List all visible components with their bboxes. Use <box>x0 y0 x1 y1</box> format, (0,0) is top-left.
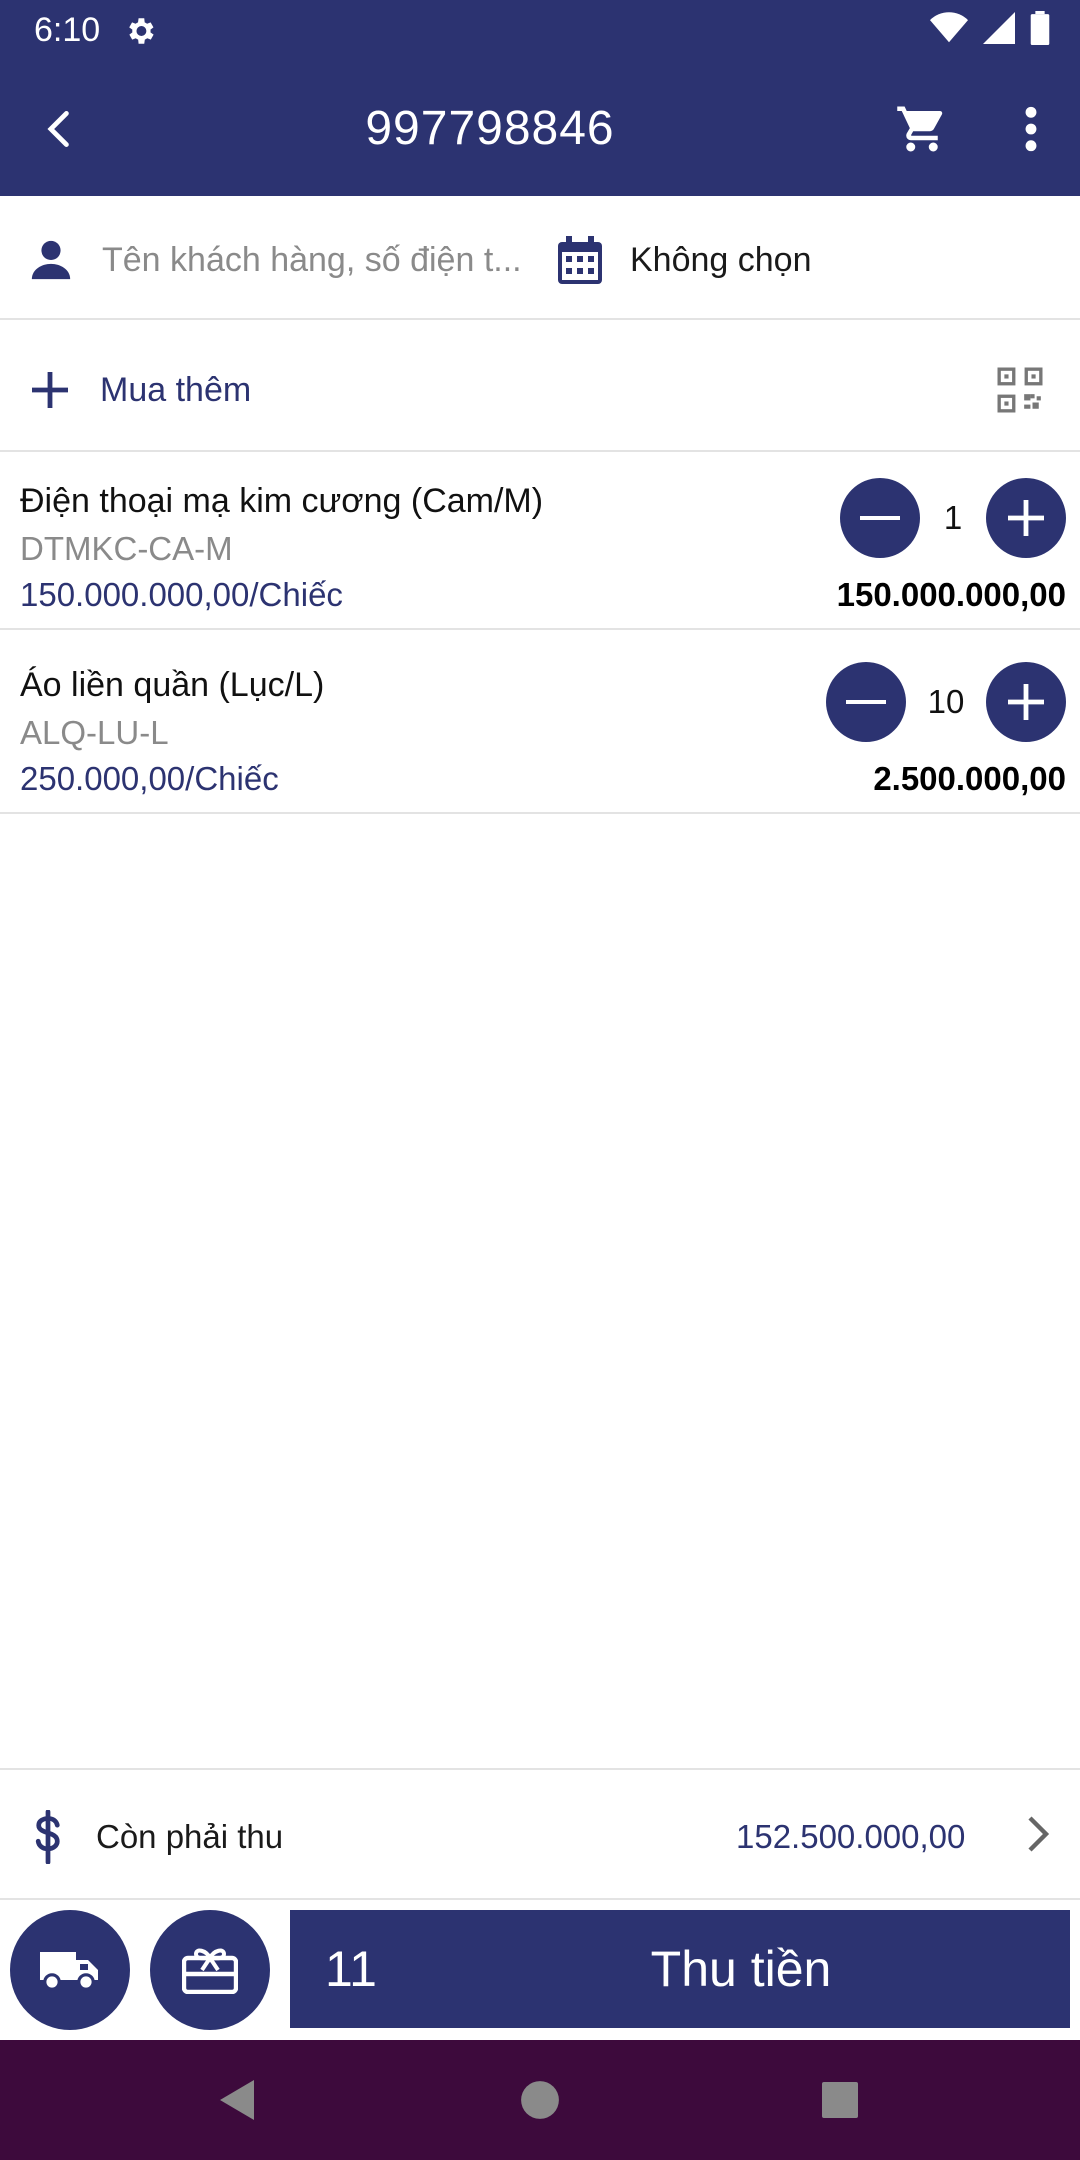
item-total: 2.500.000,00 <box>873 760 1066 797</box>
add-more-label: Mua thêm <box>100 370 252 409</box>
quantity-input[interactable]: 10 <box>906 683 986 721</box>
filter-row: Tên khách hàng, số điện t... Không chọn <box>0 225 1080 295</box>
bottom-action-bar: 11 Thu tiền <box>0 1907 1080 2032</box>
calendar-icon <box>550 236 610 284</box>
quantity-input[interactable]: 1 <box>920 499 986 537</box>
truck-icon <box>40 1952 98 1991</box>
quantity-stepper: 1 <box>840 478 1066 558</box>
item-sku: ALQ-LU-L <box>20 714 169 751</box>
collect-payment-button[interactable]: Thu tiền <box>412 1910 1070 2028</box>
back-button[interactable] <box>0 61 120 196</box>
item-unit-price: 250.000,00/Chiếc <box>20 760 279 797</box>
remaining-amount: 152.500.000,00 <box>736 1818 966 1855</box>
wifi-icon <box>930 12 968 49</box>
plus-icon <box>0 370 100 410</box>
nav-back-button[interactable] <box>168 2040 308 2160</box>
quantity-stepper: 10 <box>826 662 1066 742</box>
add-more-button[interactable]: Mua thêm <box>0 332 958 448</box>
date-picker[interactable]: Không chọn <box>550 230 1060 290</box>
cart-item: Điện thoại mạ kim cương (Cam/M) DTMKC-CA… <box>0 470 1080 630</box>
remaining-label-area: Còn phải thu <box>0 1778 724 1896</box>
qr-scan-button[interactable] <box>960 332 1080 448</box>
remaining-value-area: 152.500.000,00 <box>724 1778 1080 1896</box>
decrease-quantity-button[interactable] <box>826 662 906 742</box>
add-more-row: Mua thêm <box>0 332 1080 448</box>
nav-back-icon <box>220 2080 254 2120</box>
signal-icon <box>982 12 1016 49</box>
system-nav-bar <box>0 2040 1080 2160</box>
item-name: Điện thoại mạ kim cương (Cam/M) <box>20 482 544 520</box>
minus-icon <box>860 516 900 520</box>
delivery-button[interactable] <box>10 1910 130 2030</box>
cart-item: Áo liền quần (Lục/L) ALQ-LU-L 250.000,00… <box>0 654 1080 814</box>
screen: 6:10 997798846 Tên khách hàng, số điện t… <box>0 0 1080 2160</box>
status-time: 6:10 <box>34 11 101 49</box>
increase-quantity-button[interactable] <box>986 662 1066 742</box>
chevron-right-icon <box>1026 1814 1050 1859</box>
item-total: 150.000.000,00 <box>836 576 1066 613</box>
nav-recents-button[interactable] <box>770 2040 910 2160</box>
minus-icon <box>846 700 886 704</box>
gift-card-icon <box>182 1948 238 1994</box>
nav-recents-icon <box>822 2082 858 2118</box>
nav-home-button[interactable] <box>470 2040 610 2160</box>
divider <box>0 1768 1080 1770</box>
divider <box>0 1898 1080 1900</box>
page-title: 997798846 <box>365 102 615 155</box>
increase-quantity-button[interactable] <box>986 478 1066 558</box>
qr-code-icon <box>997 367 1043 413</box>
date-value: Không chọn <box>630 240 812 279</box>
remaining-label: Còn phải thu <box>96 1818 284 1855</box>
cart-icon <box>897 106 943 151</box>
chevron-left-icon <box>47 110 69 147</box>
item-sku: DTMKC-CA-M <box>20 530 233 567</box>
customer-search-placeholder: Tên khách hàng, số điện t... <box>102 240 522 279</box>
status-bar: 6:10 <box>0 0 1080 61</box>
remaining-amount-row[interactable]: Còn phải thu 152.500.000,00 <box>0 1778 1080 1896</box>
nav-home-icon <box>521 2081 559 2119</box>
settings-icon <box>120 11 160 51</box>
customer-search-field[interactable]: Tên khách hàng, số điện t... <box>18 230 528 290</box>
person-icon <box>18 237 84 283</box>
gift-card-button[interactable] <box>150 1910 270 2030</box>
item-name: Áo liền quần (Lục/L) <box>20 666 325 704</box>
cart-button[interactable] <box>862 61 982 196</box>
divider <box>0 450 1080 452</box>
status-icons <box>930 0 1050 61</box>
more-options-button[interactable] <box>982 61 1080 196</box>
plus-icon <box>1008 684 1044 720</box>
more-vert-icon <box>1025 106 1037 151</box>
item-count-badge: 11 <box>290 1910 412 2028</box>
battery-icon <box>1030 11 1050 50</box>
divider <box>0 318 1080 320</box>
item-unit-price: 150.000.000,00/Chiếc <box>20 576 343 613</box>
app-bar: 997798846 <box>0 61 1080 196</box>
decrease-quantity-button[interactable] <box>840 478 920 558</box>
plus-icon <box>1008 500 1044 536</box>
dollar-icon <box>0 1810 96 1864</box>
